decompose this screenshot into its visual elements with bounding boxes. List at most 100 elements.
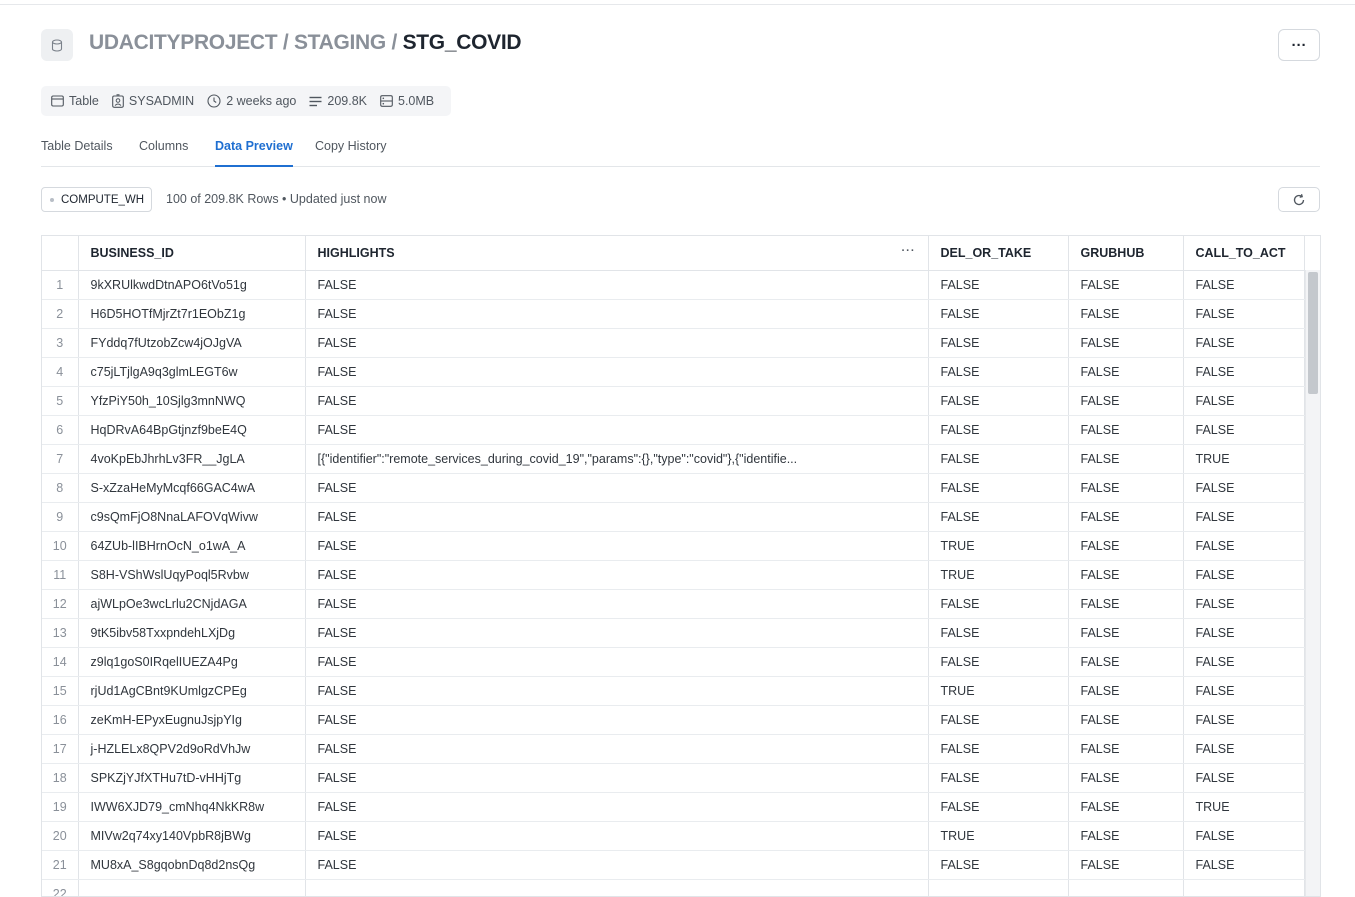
table-cell[interactable]: FALSE — [1183, 300, 1304, 329]
breadcrumb-database[interactable]: UDACITYPROJECT — [89, 31, 277, 54]
table-cell[interactable]: FALSE — [305, 416, 928, 445]
table-cell[interactable]: [{"identifier":"remote_services_during_c… — [305, 445, 928, 474]
table-cell[interactable]: FALSE — [1068, 329, 1183, 358]
table-cell[interactable]: FALSE — [1068, 561, 1183, 590]
table-cell[interactable]: FALSE — [305, 822, 928, 851]
table-cell[interactable]: FALSE — [1068, 474, 1183, 503]
table-cell[interactable]: FALSE — [1183, 648, 1304, 677]
table-cell[interactable]: FALSE — [1183, 706, 1304, 735]
table-row[interactable]: 20MIVw2q74xy140VpbR8jBWgFALSETRUEFALSEFA… — [42, 822, 1304, 851]
table-row[interactable]: 11S8H-VShWslUqyPoql5RvbwFALSETRUEFALSEFA… — [42, 561, 1304, 590]
table-cell[interactable]: FALSE — [1068, 590, 1183, 619]
table-cell[interactable]: FALSE — [1068, 648, 1183, 677]
table-cell[interactable]: FALSE — [1068, 387, 1183, 416]
table-cell[interactable]: H6D5HOTfMjrZt7r1EObZ1g — [78, 300, 305, 329]
table-row[interactable]: 4c75jLTjlgA9q3glmLEGT6wFALSEFALSEFALSEFA… — [42, 358, 1304, 387]
table-cell[interactable] — [78, 880, 305, 897]
table-cell[interactable]: FALSE — [1183, 764, 1304, 793]
table-cell[interactable]: FALSE — [928, 271, 1068, 300]
table-cell[interactable]: FALSE — [305, 474, 928, 503]
tab-columns[interactable]: Columns — [139, 139, 188, 165]
table-cell[interactable]: c9sQmFjO8NnaLAFOVqWivw — [78, 503, 305, 532]
table-row[interactable]: 22 — [42, 880, 1304, 897]
table-cell[interactable]: FALSE — [305, 532, 928, 561]
column-header[interactable]: HIGHLIGHTS··· — [305, 236, 928, 271]
table-cell[interactable]: FALSE — [305, 677, 928, 706]
table-cell[interactable]: FALSE — [928, 358, 1068, 387]
table-cell[interactable]: SPKZjYJfXTHu7tD-vHHjTg — [78, 764, 305, 793]
table-cell[interactable]: FALSE — [928, 416, 1068, 445]
table-cell[interactable]: FALSE — [1068, 735, 1183, 764]
table-cell[interactable]: FALSE — [1183, 387, 1304, 416]
table-cell[interactable]: FALSE — [928, 329, 1068, 358]
column-header[interactable]: BUSINESS_ID — [78, 236, 305, 271]
table-cell[interactable]: zeKmH-EPyxEugnuJsjpYIg — [78, 706, 305, 735]
table-cell[interactable]: TRUE — [1183, 793, 1304, 822]
table-cell[interactable]: MU8xA_S8gqobnDq8d2nsQg — [78, 851, 305, 880]
table-cell[interactable]: FALSE — [1183, 416, 1304, 445]
table-cell[interactable]: FALSE — [1068, 851, 1183, 880]
table-row[interactable]: 9c9sQmFjO8NnaLAFOVqWivwFALSEFALSEFALSEFA… — [42, 503, 1304, 532]
table-cell[interactable]: 9tK5ibv58TxxpndehLXjDg — [78, 619, 305, 648]
table-row[interactable]: 74voKpEbJhrhLv3FR__JgLA[{"identifier":"r… — [42, 445, 1304, 474]
table-cell[interactable]: FALSE — [1183, 561, 1304, 590]
table-cell[interactable]: FALSE — [1068, 271, 1183, 300]
table-cell[interactable]: 64ZUb-lIBHrnOcN_o1wA_A — [78, 532, 305, 561]
table-cell[interactable]: FALSE — [1183, 735, 1304, 764]
table-cell[interactable] — [1183, 880, 1304, 897]
table-cell[interactable]: FYddq7fUtzobZcw4jOJgVA — [78, 329, 305, 358]
table-row[interactable]: 16zeKmH-EPyxEugnuJsjpYIgFALSEFALSEFALSEF… — [42, 706, 1304, 735]
table-cell[interactable]: FALSE — [1068, 416, 1183, 445]
table-row[interactable]: 3FYddq7fUtzobZcw4jOJgVAFALSEFALSEFALSEFA… — [42, 329, 1304, 358]
table-cell[interactable]: MIVw2q74xy140VpbR8jBWg — [78, 822, 305, 851]
table-cell[interactable]: FALSE — [928, 445, 1068, 474]
breadcrumb-schema[interactable]: STAGING — [294, 31, 386, 54]
table-cell[interactable]: FALSE — [1183, 851, 1304, 880]
table-cell[interactable]: FALSE — [1183, 619, 1304, 648]
table-cell[interactable]: z9lq1goS0IRqelIUEZA4Pg — [78, 648, 305, 677]
table-cell[interactable]: FALSE — [1068, 677, 1183, 706]
table-row[interactable]: 19IWW6XJD79_cmNhq4NkKR8wFALSEFALSEFALSET… — [42, 793, 1304, 822]
table-cell[interactable]: FALSE — [305, 358, 928, 387]
table-cell[interactable]: FALSE — [1183, 503, 1304, 532]
table-cell[interactable]: FALSE — [1183, 358, 1304, 387]
table-cell[interactable]: c75jLTjlgA9q3glmLEGT6w — [78, 358, 305, 387]
table-cell[interactable]: YfzPiY50h_10Sjlg3mnNWQ — [78, 387, 305, 416]
table-cell[interactable]: FALSE — [1068, 358, 1183, 387]
table-row[interactable]: 8S-xZzaHeMyMcqf66GAC4wAFALSEFALSEFALSEFA… — [42, 474, 1304, 503]
table-cell[interactable]: FALSE — [928, 735, 1068, 764]
table-cell[interactable]: FALSE — [1183, 474, 1304, 503]
column-header[interactable]: CALL_TO_ACT — [1183, 236, 1304, 271]
table-cell[interactable]: FALSE — [1068, 793, 1183, 822]
table-cell[interactable]: FALSE — [305, 503, 928, 532]
table-cell[interactable]: FALSE — [1183, 532, 1304, 561]
table-row[interactable]: 5YfzPiY50h_10Sjlg3mnNWQFALSEFALSEFALSEFA… — [42, 387, 1304, 416]
table-cell[interactable]: TRUE — [928, 822, 1068, 851]
table-cell[interactable]: TRUE — [928, 561, 1068, 590]
table-row[interactable]: 19kXRUlkwdDtnAPO6tVo51gFALSEFALSEFALSEFA… — [42, 271, 1304, 300]
table-cell[interactable]: ajWLpOe3wcLrlu2CNjdAGA — [78, 590, 305, 619]
table-cell[interactable]: FALSE — [1068, 300, 1183, 329]
table-cell[interactable]: FALSE — [305, 706, 928, 735]
table-cell[interactable]: FALSE — [928, 503, 1068, 532]
table-cell[interactable]: TRUE — [928, 532, 1068, 561]
table-cell[interactable]: TRUE — [1183, 445, 1304, 474]
table-cell[interactable]: IWW6XJD79_cmNhq4NkKR8w — [78, 793, 305, 822]
table-cell[interactable]: HqDRvA64BpGtjnzf9beE4Q — [78, 416, 305, 445]
table-cell[interactable]: FALSE — [1068, 706, 1183, 735]
table-cell[interactable]: FALSE — [305, 329, 928, 358]
table-cell[interactable]: FALSE — [928, 764, 1068, 793]
table-row[interactable]: 18SPKZjYJfXTHu7tD-vHHjTgFALSEFALSEFALSEF… — [42, 764, 1304, 793]
table-cell[interactable]: FALSE — [305, 590, 928, 619]
table-cell[interactable]: S-xZzaHeMyMcqf66GAC4wA — [78, 474, 305, 503]
table-row[interactable]: 15rjUd1AgCBnt9KUmlgzCPEgFALSETRUEFALSEFA… — [42, 677, 1304, 706]
table-cell[interactable] — [928, 880, 1068, 897]
table-cell[interactable]: FALSE — [305, 648, 928, 677]
table-cell[interactable]: FALSE — [928, 706, 1068, 735]
table-cell[interactable]: FALSE — [305, 793, 928, 822]
column-header[interactable]: DEL_OR_TAKE — [928, 236, 1068, 271]
table-cell[interactable]: TRUE — [928, 677, 1068, 706]
table-cell[interactable]: FALSE — [1068, 532, 1183, 561]
table-cell[interactable]: rjUd1AgCBnt9KUmlgzCPEg — [78, 677, 305, 706]
table-cell[interactable]: FALSE — [305, 561, 928, 590]
